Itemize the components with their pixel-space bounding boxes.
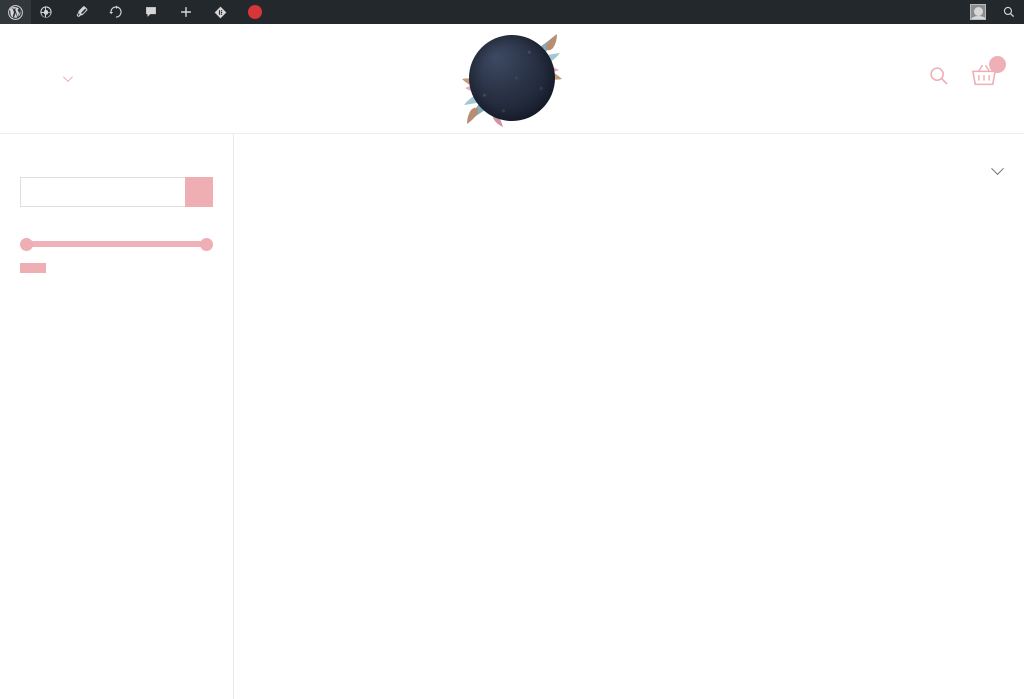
wordpress-icon bbox=[8, 4, 23, 20]
price-filter-widget bbox=[20, 237, 213, 273]
price-range-slider[interactable] bbox=[20, 237, 213, 251]
nav-item-shop[interactable] bbox=[58, 72, 73, 83]
price-filter-row bbox=[20, 263, 213, 273]
cart-count-badge bbox=[989, 56, 1006, 73]
plus-icon bbox=[179, 5, 193, 19]
price-slider-min-handle[interactable] bbox=[20, 237, 33, 251]
wpforms-menu[interactable] bbox=[235, 0, 270, 24]
customize-menu[interactable] bbox=[66, 0, 101, 24]
result-bar bbox=[234, 162, 1024, 176]
header-actions bbox=[928, 56, 1024, 94]
search-icon bbox=[930, 67, 948, 85]
main-content bbox=[234, 134, 1024, 699]
wp-admin-bar bbox=[0, 0, 1024, 24]
chevron-down-icon bbox=[62, 72, 73, 83]
comments-menu[interactable] bbox=[136, 0, 171, 24]
primary-navigation bbox=[0, 72, 126, 83]
admin-bar-search-button[interactable] bbox=[994, 0, 1024, 24]
site-header bbox=[0, 24, 1024, 134]
site-logo[interactable] bbox=[460, 31, 564, 127]
admin-bar-left-group bbox=[0, 0, 270, 24]
sort-dropdown[interactable] bbox=[947, 162, 1004, 176]
avatar bbox=[970, 4, 986, 20]
update-icon bbox=[109, 5, 123, 19]
price-filter-button[interactable] bbox=[20, 263, 46, 273]
site-name-menu[interactable] bbox=[31, 0, 66, 24]
search-submit-button[interactable] bbox=[185, 177, 213, 207]
comment-icon bbox=[144, 5, 158, 19]
search-widget bbox=[20, 177, 213, 207]
chevron-down-icon bbox=[991, 162, 1004, 176]
cart-button[interactable] bbox=[970, 56, 1006, 94]
price-slider-max-handle[interactable] bbox=[200, 237, 213, 251]
my-account-menu[interactable] bbox=[957, 0, 994, 24]
search-form bbox=[20, 177, 213, 207]
shop-sidebar bbox=[0, 134, 234, 699]
dashboard-icon bbox=[39, 5, 53, 19]
paintbrush-icon bbox=[74, 5, 88, 19]
page-wrapper bbox=[0, 134, 1024, 699]
search-icon bbox=[1002, 5, 1016, 19]
wp-logo-menu[interactable] bbox=[0, 0, 31, 24]
new-content-menu[interactable] bbox=[171, 0, 206, 24]
admin-bar-right-group bbox=[957, 0, 1024, 24]
updates-menu[interactable] bbox=[101, 0, 136, 24]
logo-badge bbox=[469, 34, 555, 121]
header-search-button[interactable] bbox=[928, 65, 950, 92]
elementor-menu[interactable] bbox=[206, 0, 235, 24]
search-input[interactable] bbox=[20, 177, 185, 207]
elementor-icon bbox=[214, 6, 227, 19]
wpforms-badge bbox=[248, 5, 262, 19]
